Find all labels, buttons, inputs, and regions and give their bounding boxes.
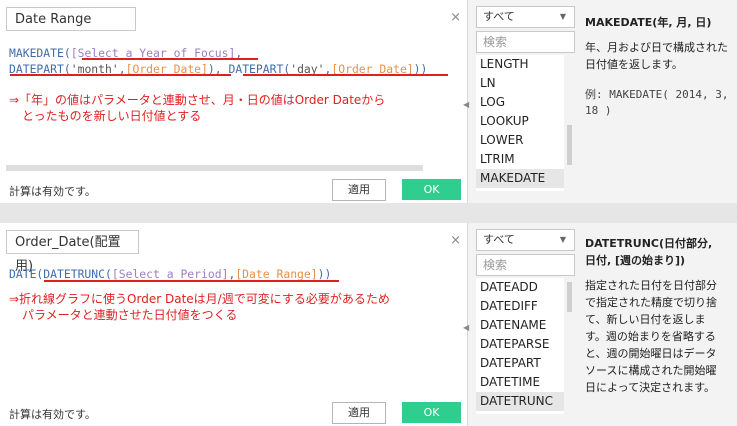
function-list-item[interactable]: LN: [476, 74, 564, 93]
horizontal-scrollbar[interactable]: [6, 165, 423, 171]
category-label: すべて: [483, 233, 515, 246]
status-text: 計算は有効です。: [9, 408, 96, 421]
code-token: )): [317, 267, 332, 281]
function-list-item[interactable]: MAKEDATE: [476, 169, 564, 188]
calculation-editor-order-date: Order_Date(配置用) × DATE(DATETRUNC([Select…: [0, 223, 737, 426]
function-list: DATEADD DATEDIFF DATENAME DATEPARSE DATEPART…: [476, 278, 564, 414]
status-text: 計算は有効です。: [9, 185, 96, 198]
highlight-underline: [82, 58, 258, 60]
function-category-select[interactable]: すべて ▼: [476, 6, 575, 28]
parameter-reference: [Select a Period]: [111, 267, 229, 281]
function-list-item[interactable]: MAKEDATETI: [476, 188, 564, 191]
function-list-item[interactable]: LENGTH: [476, 55, 564, 74]
code-token: DATE(DATETRUNC(: [9, 267, 112, 281]
apply-button[interactable]: 適用: [332, 179, 386, 201]
calc-name-field[interactable]: Order_Date(配置用): [6, 230, 139, 274]
function-list-item[interactable]: DATEADD: [476, 278, 564, 297]
function-list-scrollbar[interactable]: [565, 278, 574, 414]
apply-button[interactable]: 適用: [332, 402, 386, 424]
highlight-underline: [10, 74, 231, 76]
calculation-editor-date-range: Date Range × MAKEDATE([Select a Year of …: [0, 0, 737, 203]
function-search-input[interactable]: 検索: [476, 254, 575, 276]
function-list-panel: すべて ▼ 検索 LENGTH LN LOG LOOKUP LOWER LTRIM MAKE…: [476, 6, 578, 198]
function-list-item[interactable]: LTRIM: [476, 150, 564, 169]
function-list-item[interactable]: DATETIME: [476, 373, 564, 392]
function-list-item[interactable]: DATEDIFF: [476, 297, 564, 316]
function-list-item[interactable]: DATENAME: [476, 316, 564, 335]
help-title: DATETRUNC(日付部分, 日付, [週の始まり]): [585, 237, 713, 267]
function-list-item[interactable]: DATEPART: [476, 354, 564, 373]
annotation-text: ⇒折れ線グラフに使うOrder Dateは月/週で可変にする必要があるため: [9, 292, 390, 306]
function-list-item[interactable]: LOWER: [476, 131, 564, 150]
chevron-down-icon: ▼: [559, 235, 566, 244]
function-list-item[interactable]: LOG: [476, 93, 564, 112]
collapse-caret-icon[interactable]: ◀: [463, 100, 469, 109]
function-list-scrollbar[interactable]: [565, 55, 574, 191]
function-category-select[interactable]: すべて ▼: [476, 229, 575, 251]
collapse-caret-icon[interactable]: ◀: [463, 323, 469, 332]
function-list-item[interactable]: DATETRUNC: [476, 392, 564, 411]
close-icon[interactable]: ×: [450, 233, 461, 248]
scrollbar-thumb[interactable]: [567, 282, 572, 312]
close-icon[interactable]: ×: [450, 10, 461, 25]
function-help: MAKEDATE(年, 月, 日) 年、月および日で構成された日付値を返します。…: [585, 14, 731, 119]
help-description: 年、月および日で構成された日付値を返します。: [585, 41, 728, 71]
code-token: MAKEDATE(: [9, 46, 71, 60]
formula-editor: Date Range × MAKEDATE([Select a Year of …: [0, 0, 469, 203]
highlight-underline: [247, 280, 339, 282]
scrollbar-thumb[interactable]: [567, 125, 572, 165]
ok-button[interactable]: OK: [402, 402, 461, 423]
help-example: 例: MAKEDATE( 2014, 3, 18 ): [585, 88, 729, 117]
category-label: すべて: [483, 10, 515, 23]
function-list-item[interactable]: DAY: [476, 411, 564, 414]
annotation-text: ⇒「年」の値はパラメータと連動させ、月・日の値はOrder Dateから: [9, 93, 386, 107]
function-list-item[interactable]: DATEPARSE: [476, 335, 564, 354]
function-list-item[interactable]: LOOKUP: [476, 112, 564, 131]
calc-name-field[interactable]: Date Range: [6, 7, 136, 31]
field-reference: [Date Range]: [235, 267, 318, 281]
help-description: 指定された日付を日付部分で指定された精度で切り捨て、新しい日付を返します。週の始…: [585, 279, 717, 394]
annotation-text: とったものを新しい日付値とする: [22, 109, 202, 123]
help-title: MAKEDATE(年, 月, 日): [585, 16, 712, 29]
formula-editor: Order_Date(配置用) × DATE(DATETRUNC([Select…: [0, 223, 469, 426]
annotation-text: パラメータと連動させた日付値をつくる: [22, 308, 238, 322]
ok-button[interactable]: OK: [402, 179, 461, 200]
chevron-down-icon: ▼: [559, 12, 566, 21]
highlight-underline: [44, 280, 247, 282]
function-list: LENGTHLNLOGLOOKUPLOWERLTRIMMAKEDATEMAKED…: [476, 55, 564, 191]
function-search-input[interactable]: 検索: [476, 31, 575, 53]
highlight-underline: [243, 74, 448, 76]
function-help: DATETRUNC(日付部分, 日付, [週の始まり]) 指定された日付を日付部…: [585, 235, 721, 396]
function-list-panel: すべて ▼ 検索 DATEADD DATEDIFF DATENAME DATEPARS…: [476, 229, 578, 421]
